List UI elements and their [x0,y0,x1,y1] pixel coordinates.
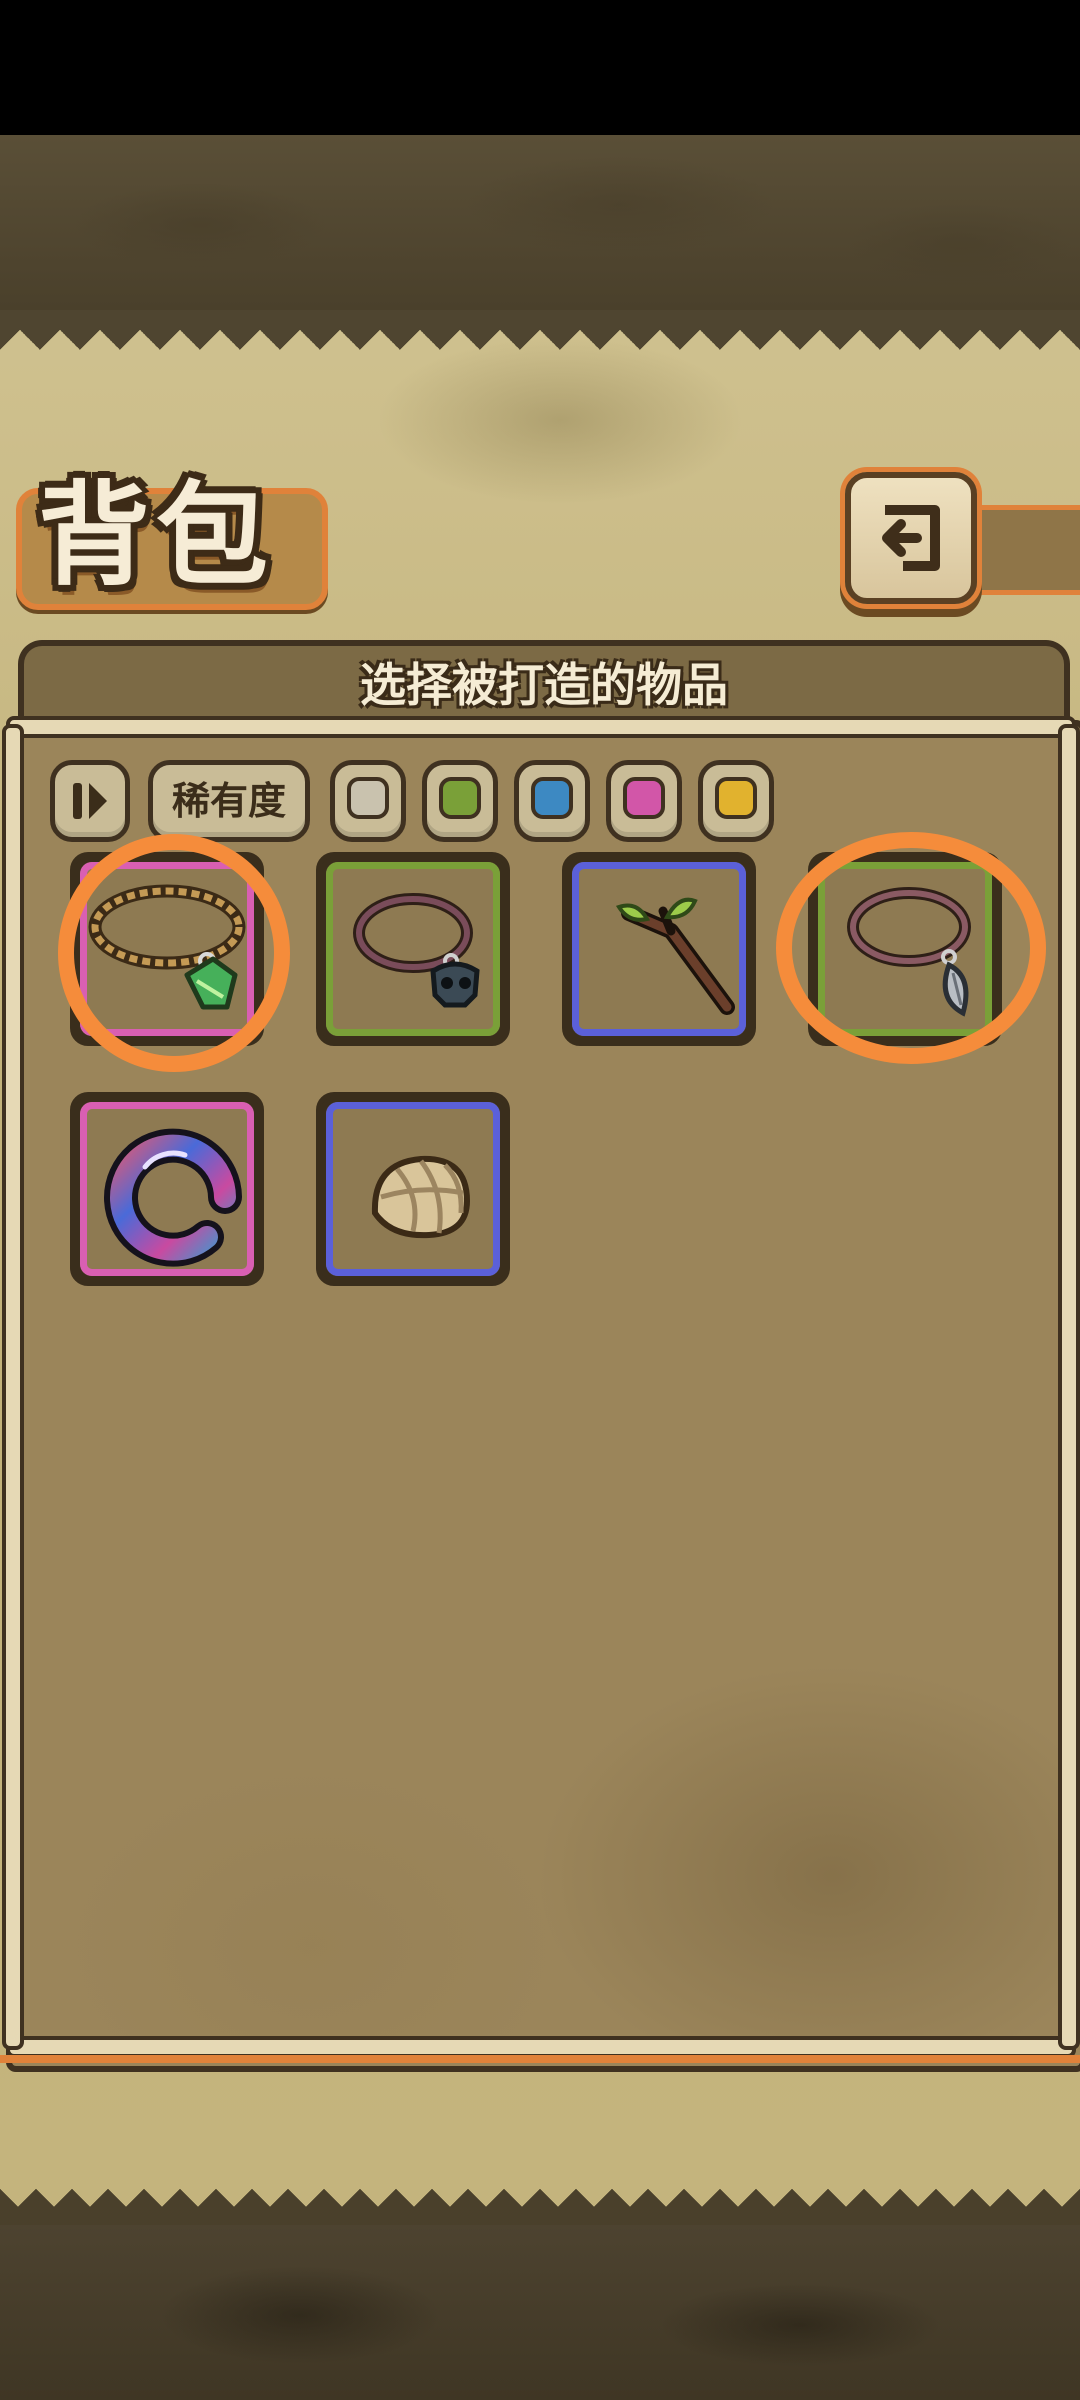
rarity-filter-epic[interactable] [606,760,682,842]
item-slot-iridescent-ring[interactable] [70,1092,264,1286]
pause-toggle-icon [73,783,107,819]
panel-rail-left [2,724,24,2050]
highlight-circle-item-4 [776,832,1046,1064]
ring-icon [104,1128,242,1267]
highlight-circle-item-1 [58,834,290,1072]
item-slot-skull-necklace[interactable] [316,852,510,1046]
top-map-band [0,135,1080,310]
twig-icon [615,897,735,1015]
torn-edge-top [0,310,1080,350]
status-bar [0,0,1080,135]
panel-rail-right [1058,724,1080,2050]
bandaged-shell-icon [371,1155,471,1239]
sort-toggle-button[interactable] [50,760,130,842]
rarity-swatch-uncommon [439,777,481,819]
rarity-filter-legendary[interactable] [698,760,774,842]
rarity-filter-rare[interactable] [514,760,590,842]
item-slot-twig[interactable] [562,852,756,1046]
rarity-filter-uncommon[interactable] [422,760,498,842]
item-slot-bandaged-shell[interactable] [316,1092,510,1286]
skull-necklace-icon [353,893,480,1008]
panel-accent-line [0,2055,1080,2063]
rarity-swatch-rare [531,777,573,819]
rarity-swatch-legendary [715,777,757,819]
page-title: 背包 [38,470,274,601]
panel-title: 选择被打造的物品 [360,658,728,712]
rarity-swatch-epic [623,777,665,819]
rarity-sort-button[interactable]: 稀有度 [148,760,310,842]
rarity-filter-common[interactable] [330,760,406,842]
panel-rail-top [6,716,1076,738]
bottom-map-band [0,2225,1080,2400]
rarity-swatch-common [347,777,389,819]
return-arrow-icon [882,505,940,571]
back-button[interactable] [845,472,977,604]
torn-edge-bottom [0,2189,1080,2225]
